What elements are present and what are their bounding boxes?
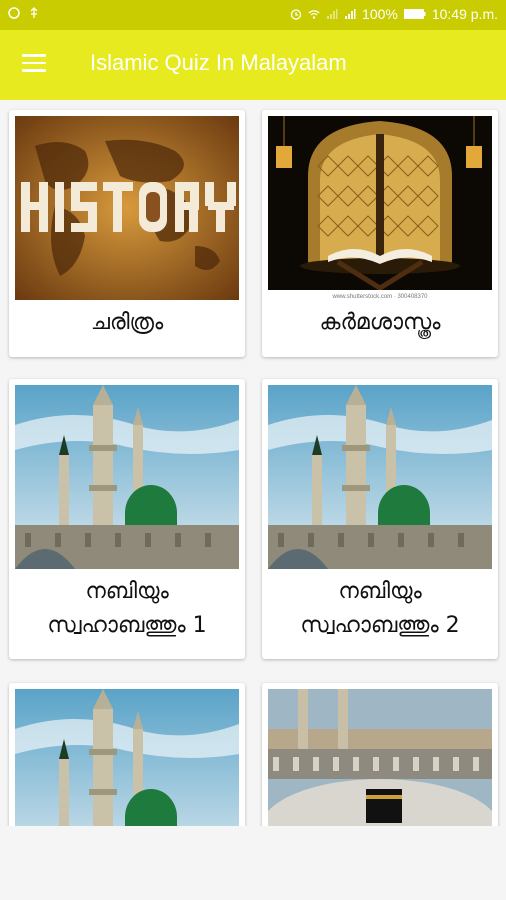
category-card-prophet-companions-2[interactable]: നബിയും സ്വഹാബത്തും 2 (262, 379, 498, 659)
green-dome-mosque-image (268, 385, 492, 569)
whatsapp-icon (8, 7, 20, 19)
category-label: ചരിത്രം (90, 310, 164, 335)
battery-percent: 100% (362, 6, 398, 22)
kaaba-mecca-image (268, 689, 492, 826)
status-bar: 100% 10:49 p.m. (0, 0, 506, 30)
bottom-area (0, 826, 506, 900)
history-world-map-image (15, 116, 239, 300)
green-dome-mosque-image (15, 689, 239, 826)
category-label: നബിയും സ്വഹാബത്തും 2 (300, 579, 460, 638)
signal-icon-2 (345, 9, 356, 19)
app-bar: Islamic Quiz In Malayalam (0, 30, 506, 100)
category-card-6[interactable] (262, 683, 498, 826)
category-label: നബിയും സ്വഹാബത്തും 1 (47, 579, 207, 638)
signal-icon-1 (327, 9, 338, 19)
wifi-icon (308, 10, 320, 19)
category-grid: ചരിത്രം www.shutterstock.com · 300408370… (0, 100, 506, 826)
alarm-icon (290, 9, 302, 20)
battery-icon (403, 9, 426, 19)
clock: 10:49 p.m. (431, 6, 498, 22)
category-card-history[interactable]: ചരിത്രം (9, 110, 245, 357)
category-card-prophet-companions-1[interactable]: നബിയും സ്വഹാബത്തും 1 (9, 379, 245, 659)
category-card-5[interactable] (9, 683, 245, 826)
category-card-fiqh[interactable]: www.shutterstock.com · 300408370 കർമശാസ്… (262, 110, 498, 357)
category-label: കർമശാസ്ത്രം (319, 310, 441, 335)
app-title: Islamic Quiz In Malayalam (90, 50, 347, 75)
green-dome-mosque-image (15, 385, 239, 569)
hamburger-menu-icon[interactable] (22, 54, 46, 74)
image-watermark: www.shutterstock.com · 300408370 (331, 294, 428, 300)
quran-on-stand-image: www.shutterstock.com · 300408370 (268, 116, 492, 300)
usb-icon (30, 7, 38, 18)
